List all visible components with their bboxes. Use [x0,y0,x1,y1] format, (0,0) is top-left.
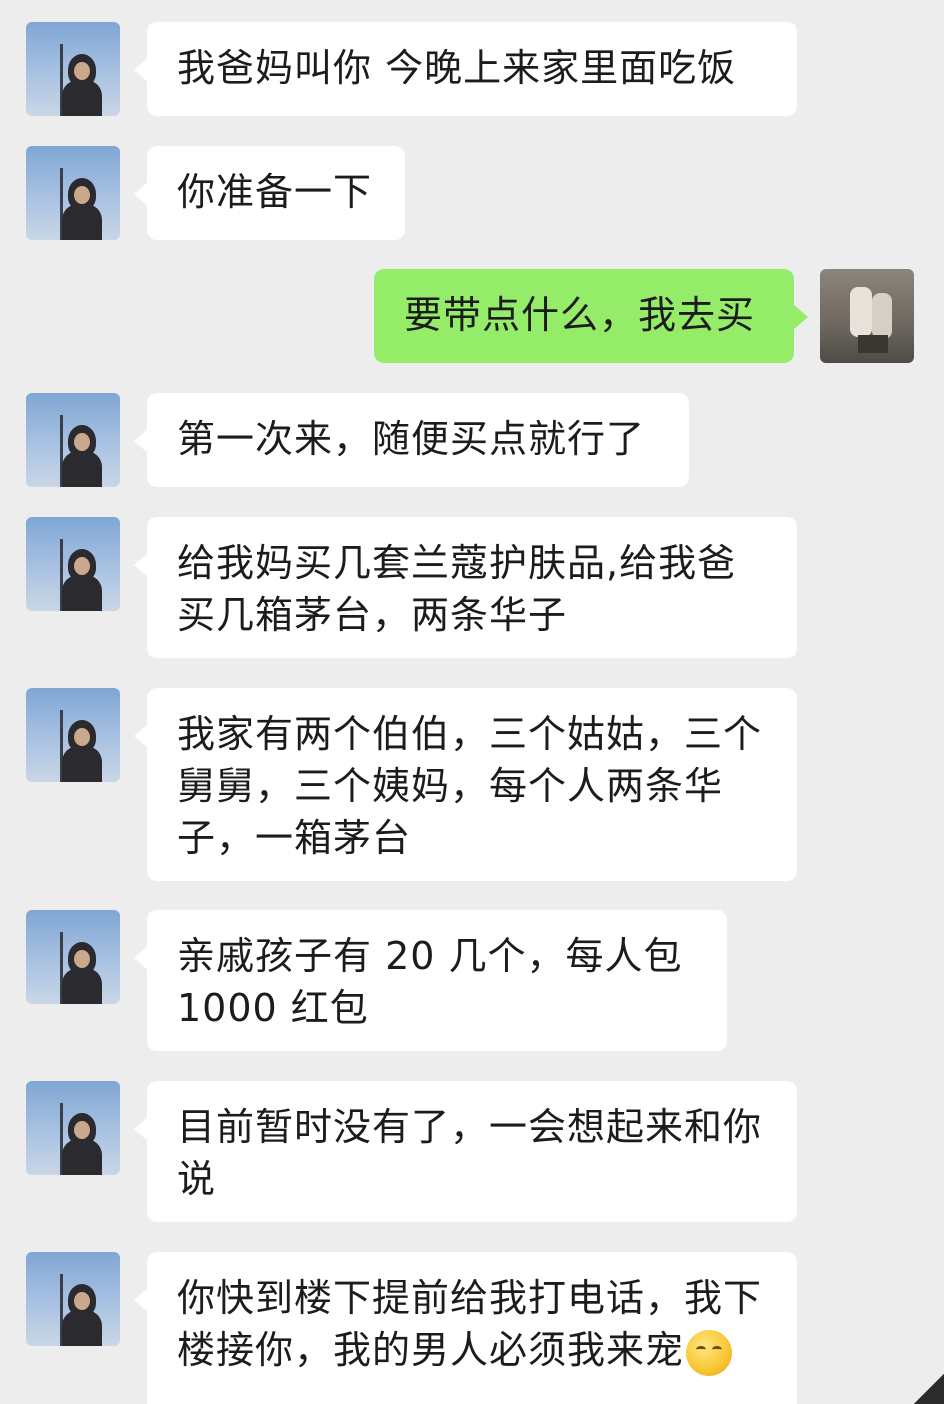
contact-avatar[interactable] [26,1252,120,1346]
message-text-line: 1000 红包 [177,986,369,1030]
message-text-line: 亲戚孩子有 20 几个，每人包 [177,934,683,978]
message-text-line: 子，一箱茅台 [177,816,412,860]
contact-avatar[interactable] [26,910,120,1004]
contact-avatar[interactable] [26,146,120,240]
blush-face-emoji-icon [686,1329,733,1376]
message-text-line: 楼接你，我的男人必须我来宠 [177,1328,685,1372]
message-text: 要带点什么，我去买 [404,293,756,337]
message-text-line-with-emoji: 楼接你，我的男人必须我来宠 [177,1324,767,1376]
message-bubble[interactable]: 目前暂时没有了，一会想起来和你 说 [147,1081,797,1222]
contact-avatar[interactable] [26,688,120,782]
message-text-line: 目前暂时没有了，一会想起来和你 [177,1105,763,1149]
message-bubble-self[interactable]: 要带点什么，我去买 [374,269,794,363]
message-text: 第一次来，随便买点就行了 [177,417,646,461]
message-bubble[interactable]: 给我妈买几套兰蔻护肤品,给我爸 买几箱茅台，两条华子 [147,517,797,658]
message-bubble[interactable]: 我家有两个伯伯，三个姑姑，三个 舅舅，三个姨妈，每个人两条华 子，一箱茅台 [147,688,797,881]
contact-avatar[interactable] [26,393,120,487]
message-bubble[interactable]: 你快到楼下提前给我打电话，我下 楼接你，我的男人必须我来宠 [147,1252,797,1404]
message-text-line: 给我妈买几套兰蔻护肤品,给我爸 [177,541,737,585]
message-bubble[interactable]: 你准备一下 [147,146,405,240]
message-bubble[interactable]: 亲戚孩子有 20 几个，每人包 1000 红包 [147,910,727,1051]
contact-avatar[interactable] [26,1081,120,1175]
message-text-line: 说 [177,1157,217,1201]
self-avatar[interactable] [820,269,914,363]
message-bubble[interactable]: 第一次来，随便买点就行了 [147,393,689,487]
corner-fold [914,1374,944,1404]
message-text-line: 舅舅，三个姨妈，每个人两条华 [177,764,724,808]
message-bubble[interactable]: 我爸妈叫你 今晚上来家里面吃饭 [147,22,797,116]
message-text: 你准备一下 [177,170,373,214]
message-text-line: 你快到楼下提前给我打电话，我下 [177,1276,763,1320]
message-text-line: 买几箱茅台，两条华子 [177,593,568,637]
message-text: 我爸妈叫你 今晚上来家里面吃饭 [177,46,737,90]
contact-avatar[interactable] [26,517,120,611]
message-text-line: 我家有两个伯伯，三个姑姑，三个 [177,712,763,756]
contact-avatar[interactable] [26,22,120,116]
